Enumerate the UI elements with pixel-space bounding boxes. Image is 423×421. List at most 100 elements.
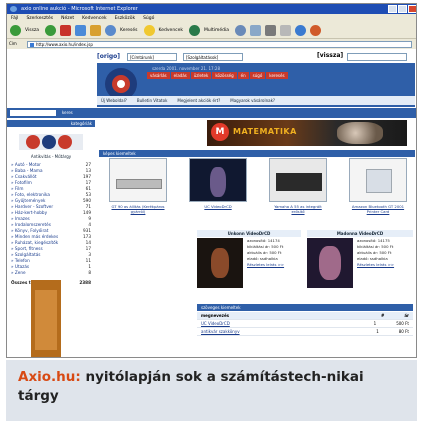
video-right-details-link[interactable]: Részletes leírás >>: [357, 262, 394, 268]
search-label[interactable]: Keresés: [120, 28, 137, 33]
table-cell-name[interactable]: antikvár szakkönyv: [201, 328, 240, 335]
media-icon[interactable]: [189, 25, 201, 36]
sidebar-ad-image[interactable]: [31, 280, 61, 357]
history-icon[interactable]: [235, 25, 247, 36]
sidebar-subtitle: Antikvitás - Műtárgy: [30, 154, 72, 159]
close-button[interactable]: [408, 5, 416, 13]
title-bar: axio online aukció - Microsoft Internet …: [7, 4, 416, 14]
banner-letter: M: [211, 123, 229, 141]
refresh-icon[interactable]: [75, 25, 87, 36]
video-right-heading: Madonna VideoDrCD: [307, 230, 413, 237]
address-label: Cím: [9, 41, 17, 46]
site-subnav: Új Weboldal? Bulletin Vitatok Megjelent ak…: [97, 96, 415, 105]
subnav-link[interactable]: Magyarok vásárolnak?: [230, 98, 275, 103]
product-image[interactable]: [189, 158, 247, 202]
product-caption[interactable]: Amazon Bluetooth GT 2001 Printer Card: [349, 204, 407, 214]
table-row[interactable]: antikvár szakkönyv 1 80 Ft: [197, 328, 413, 336]
product-caption[interactable]: GT 90 as állítás (Kerékpáros gyárról): [109, 204, 167, 214]
favorites-icon[interactable]: [143, 25, 155, 36]
subnav-link[interactable]: Új Weboldal?: [101, 98, 127, 103]
minimize-button[interactable]: [388, 5, 397, 13]
origo-search-input[interactable]: [347, 53, 407, 61]
category-count: 8: [88, 270, 91, 275]
origo-header: [origo] [Címtárunk] [Szolgáltatások] [vi…: [97, 52, 412, 62]
origo-logo[interactable]: [origo]: [97, 53, 120, 60]
menu-item[interactable]: Fájl: [11, 16, 18, 21]
forward-icon[interactable]: [45, 25, 57, 36]
stop-icon[interactable]: [60, 25, 72, 36]
site-nav-tab[interactable]: keresés: [266, 72, 288, 79]
table-row[interactable]: UC VideoDrCD 1 500 Ft: [197, 320, 413, 328]
product-image[interactable]: [349, 158, 407, 202]
featured-heading: képes kiemeltek: [99, 150, 415, 157]
site-nav-tab[interactable]: eladás: [170, 72, 190, 79]
video-left-thumb[interactable]: [197, 238, 243, 288]
subnav-link[interactable]: Megjelent akciók ért?: [177, 98, 220, 103]
table-cell-count: 1: [373, 321, 377, 326]
site-nav-tab[interactable]: súgó: [249, 72, 266, 79]
address-input[interactable]: http://www.axio.hu/index.jsp: [27, 41, 412, 48]
categories-heading: kategóriák: [7, 120, 95, 127]
site-search-input[interactable]: [10, 110, 56, 116]
origo-back-link[interactable]: [vissza]: [317, 52, 343, 59]
video-right-thumb[interactable]: [307, 238, 353, 288]
site-search-bar: keres: [7, 108, 416, 118]
search-icon[interactable]: [105, 25, 117, 36]
favorites-label[interactable]: Kedvencek: [159, 28, 183, 33]
menu-item[interactable]: Eszközök: [115, 16, 135, 21]
menu-item[interactable]: Nézet: [61, 16, 74, 21]
product-caption[interactable]: Yamaha A 55 as integrált erősítő: [269, 204, 327, 214]
window-title: axio online aukció - Microsoft Internet …: [21, 6, 138, 12]
site-nav-tab[interactable]: vásárlás: [147, 72, 170, 79]
page-blank-area: [7, 50, 95, 108]
media-label[interactable]: Multimédia: [204, 28, 229, 33]
column-header: #: [380, 313, 385, 318]
browser-screenshot: axio online aukció - Microsoft Internet …: [6, 3, 417, 358]
messenger-icon[interactable]: [295, 25, 307, 36]
matematika-banner[interactable]: M MATEMATIKA: [207, 120, 407, 146]
site-nav-tab[interactable]: én: [237, 72, 249, 79]
featured-item[interactable]: GT 90 as állítás (Kerékpáros gyárról): [109, 158, 167, 214]
total-value: 2388: [79, 280, 91, 285]
video-left-info: azonosító: 14174 kikiáltási ár: 500 Ft a…: [247, 238, 284, 268]
site-nav-tab[interactable]: üzletek: [190, 72, 212, 79]
featured-products: GT 90 as állítás (Kerékpáros gyárról) UC…: [99, 158, 415, 226]
back-icon[interactable]: [10, 25, 21, 36]
web-page: [origo] [Címtárunk] [Szolgáltatások] [vi…: [7, 50, 416, 357]
category-item[interactable]: » Zene 8: [11, 270, 95, 276]
product-image[interactable]: [269, 158, 327, 202]
site-nav-tab[interactable]: közösség: [212, 72, 237, 79]
category-name[interactable]: » Zene: [11, 270, 26, 276]
mail-icon[interactable]: [250, 25, 262, 36]
subnav-link[interactable]: Bulletin Vitatok: [137, 98, 168, 103]
table-cell-name[interactable]: UC VideoDrCD: [201, 320, 230, 327]
tool-icon[interactable]: [310, 25, 322, 36]
featured-item[interactable]: UC VideoDrCD: [189, 158, 247, 209]
directory-select[interactable]: [Címtárunk]: [127, 53, 177, 61]
menu-item[interactable]: Szerkesztés: [26, 16, 53, 21]
product-image[interactable]: [109, 158, 167, 202]
maximize-button[interactable]: [398, 5, 407, 13]
table-cell-count: 1: [376, 329, 379, 334]
featured-item[interactable]: Yamaha A 55 as integrált erősítő: [269, 158, 327, 214]
home-icon[interactable]: [90, 25, 102, 36]
edit-icon[interactable]: [280, 25, 292, 36]
banner-face-image: [337, 122, 383, 144]
site-search-button[interactable]: keres: [62, 108, 73, 118]
table-header-row: megnevezés # ár: [197, 312, 413, 320]
services-select[interactable]: [Szolgáltatások]: [183, 53, 243, 61]
menu-bar: Fájl Szerkesztés Nézet Kedvencek Eszközök Súg…: [7, 14, 416, 23]
print-icon[interactable]: [265, 25, 277, 36]
ie-icon: [10, 6, 17, 12]
product-caption[interactable]: UC VideoDrCD: [189, 204, 247, 209]
figure-caption: Axio.hu: nyitólapján sok a számítástech-…: [6, 360, 417, 421]
column-header: megnevezés: [201, 313, 230, 318]
featured-item[interactable]: Amazon Bluetooth GT 2001 Printer Card: [349, 158, 407, 214]
back-label[interactable]: Vissza: [25, 28, 39, 33]
video-right-box: azonosító: 14175 kikiáltási ár: 500 Ft a…: [307, 238, 413, 294]
menu-item[interactable]: Kedvencek: [82, 16, 106, 21]
video-left-details-link[interactable]: Részletes leírás >>: [247, 262, 284, 268]
video-right-info: azonosító: 14175 kikiáltási ár: 500 Ft a…: [357, 238, 394, 268]
menu-item[interactable]: Súgó: [143, 16, 154, 21]
toolbar: Vissza Keresés Kedvencek Multimédia: [7, 23, 416, 39]
